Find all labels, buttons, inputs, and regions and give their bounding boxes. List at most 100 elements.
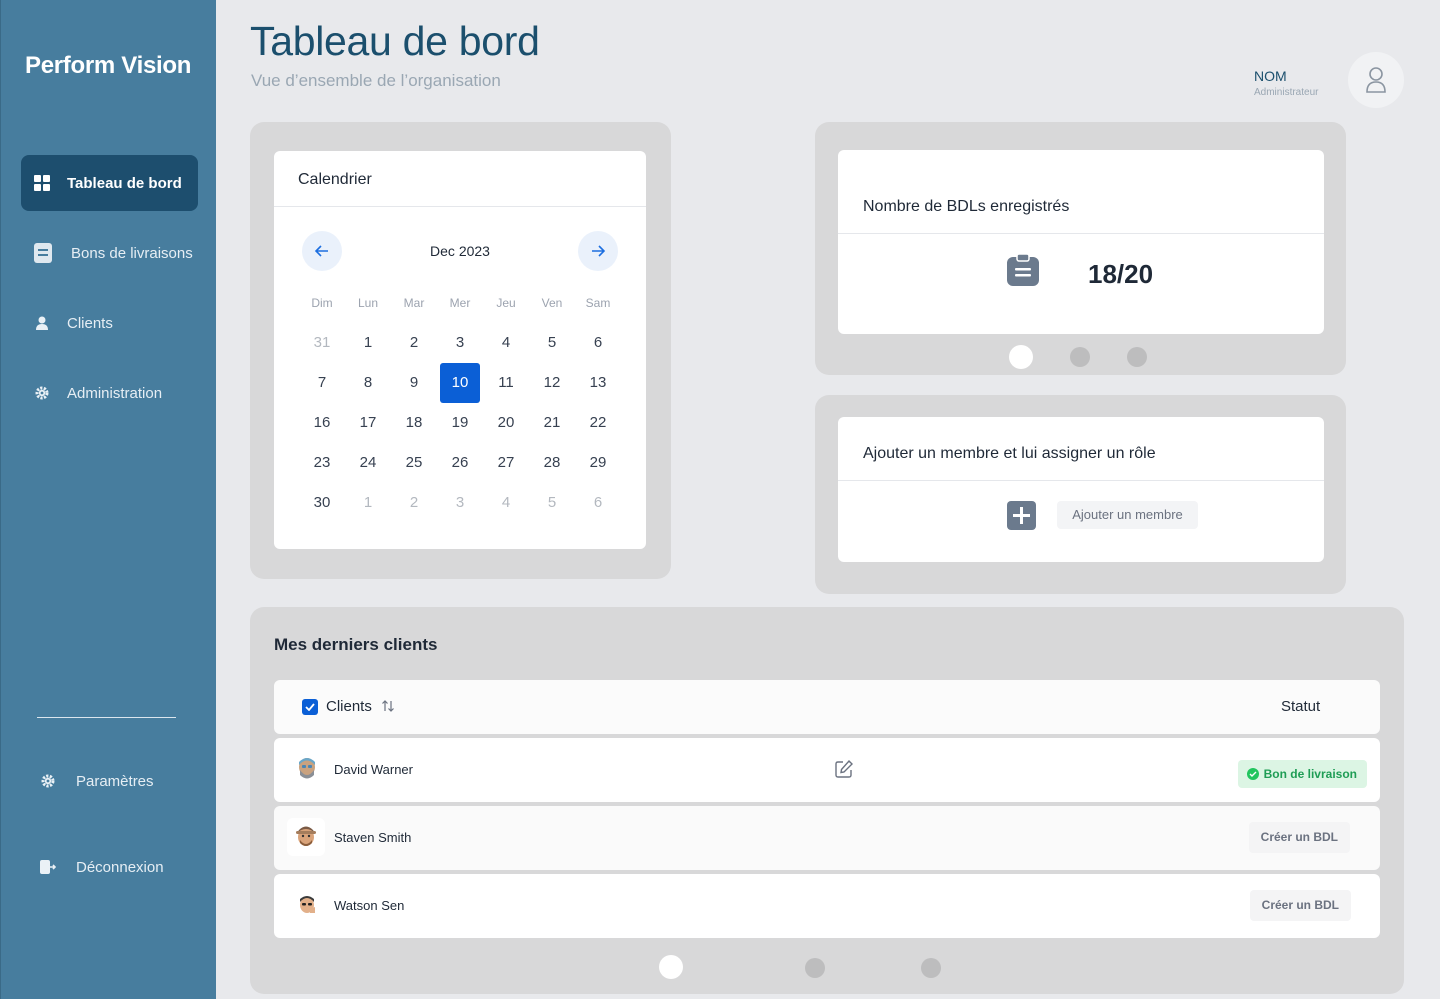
- calendar-day[interactable]: 30: [299, 483, 345, 523]
- calendar-day[interactable]: 24: [345, 443, 391, 483]
- page-title: Tableau de bord: [250, 18, 540, 64]
- calendar-day[interactable]: 9: [391, 363, 437, 403]
- avatar[interactable]: [1348, 52, 1404, 108]
- avatar: [290, 752, 324, 786]
- calendar-day[interactable]: 6: [575, 483, 621, 523]
- calendar-day[interactable]: 5: [529, 323, 575, 363]
- calendar-day[interactable]: 1: [345, 483, 391, 523]
- weekday-label: Mar: [403, 296, 425, 310]
- dashboard-icon: [33, 174, 51, 192]
- calendar-day[interactable]: 6: [575, 323, 621, 363]
- sidebar-divider: [37, 717, 176, 718]
- calendar-day[interactable]: 2: [391, 323, 437, 363]
- sidebar-item-administration[interactable]: Administration: [21, 365, 198, 421]
- weekday-label: Lun: [357, 296, 379, 310]
- carousel-dot[interactable]: [1127, 347, 1147, 367]
- calendar-week: 23 24 25 26 27 28 29: [299, 443, 621, 483]
- calendar-day[interactable]: 2: [391, 483, 437, 523]
- calendar-day[interactable]: 25: [391, 443, 437, 483]
- calendar-day[interactable]: 23: [299, 443, 345, 483]
- calendar-day[interactable]: 1: [345, 323, 391, 363]
- gear-icon: [33, 384, 51, 402]
- calendar-day[interactable]: 26: [437, 443, 483, 483]
- plus-square-icon[interactable]: [1007, 501, 1036, 535]
- calendar-week: 16 17 18 19 20 21 22: [299, 403, 621, 443]
- avatar: [287, 818, 325, 856]
- calendar-day[interactable]: 4: [483, 483, 529, 523]
- clients-table-header: Clients Statut: [274, 680, 1380, 734]
- calendar-day[interactable]: 11: [483, 363, 529, 403]
- bdl-card-title: Nombre de BDLs enregistrés: [863, 198, 1070, 215]
- calendar-day[interactable]: 28: [529, 443, 575, 483]
- sidebar-item-settings[interactable]: Paramètres: [27, 753, 204, 809]
- calendar-week: 31 1 2 3 4 5 6: [299, 323, 621, 363]
- clients-title: Mes derniers clients: [274, 635, 438, 654]
- calendar-week: 7 8 9 10 11 12 13: [299, 363, 621, 403]
- calendar-day[interactable]: 5: [529, 483, 575, 523]
- calendar-weekdays: Dim Lun Mar Mer Jeu Ven Sam: [299, 291, 621, 315]
- bdl-count: 18/20: [1088, 259, 1154, 289]
- calendar-day-selected[interactable]: 10: [440, 363, 480, 403]
- bdl-card: Nombre de BDLs enregistrés 18/20: [838, 150, 1324, 334]
- document-icon: [33, 243, 53, 263]
- calendar-day[interactable]: 8: [345, 363, 391, 403]
- calendar-card: Calendrier Dec 2023 Dim Lun Mar Mer Jeu …: [274, 151, 646, 549]
- page-subtitle: Vue d’ensemble de l’organisation: [251, 71, 501, 90]
- edit-icon[interactable]: [834, 759, 854, 784]
- calendar-day[interactable]: 3: [437, 483, 483, 523]
- sidebar-item-label: Paramètres: [76, 772, 154, 790]
- calendar-day[interactable]: 17: [345, 403, 391, 443]
- calendar-day[interactable]: 22: [575, 403, 621, 443]
- user-outline-icon: [1366, 67, 1386, 93]
- calendar-day[interactable]: 29: [575, 443, 621, 483]
- member-card: Ajouter un membre et lui assigner un rôl…: [838, 417, 1324, 562]
- divider: [274, 206, 646, 207]
- clients-panel: Mes derniers clients Clients Statut Davi…: [250, 607, 1404, 994]
- sidebar-item-clients[interactable]: Clients: [21, 295, 198, 351]
- gear-icon: [39, 772, 57, 790]
- carousel-dot[interactable]: [1070, 347, 1090, 367]
- calendar-day[interactable]: 18: [391, 403, 437, 443]
- logout-icon: [39, 858, 57, 876]
- sidebar-item-dashboard[interactable]: Tableau de bord: [21, 155, 198, 211]
- calendar-day[interactable]: 3: [437, 323, 483, 363]
- calendar-day[interactable]: 7: [299, 363, 345, 403]
- table-row[interactable]: David Warner Bon de livraison: [274, 738, 1380, 802]
- create-bdl-button[interactable]: Créer un BDL: [1249, 890, 1351, 921]
- sidebar-item-logout[interactable]: Déconnexion: [27, 839, 204, 895]
- carousel-dot-active[interactable]: [659, 955, 683, 979]
- weekday-label: Dim: [311, 296, 333, 310]
- calendar-day[interactable]: 12: [529, 363, 575, 403]
- sidebar-item-delivery-notes[interactable]: Bons de livraisons: [21, 225, 198, 281]
- user-name: NOM: [1254, 68, 1287, 84]
- calendar-day[interactable]: 21: [529, 403, 575, 443]
- select-all-checkbox[interactable]: [302, 699, 318, 715]
- table-row[interactable]: Watson Sen Créer un BDL: [274, 874, 1380, 938]
- calendar-grid: Dim Lun Mar Mer Jeu Ven Sam 31 1 2 3 4 5…: [299, 291, 621, 523]
- user-role: Administrateur: [1254, 87, 1319, 98]
- calendar-day[interactable]: 27: [483, 443, 529, 483]
- carousel-dot[interactable]: [921, 958, 941, 978]
- user-icon: [33, 314, 51, 332]
- table-row[interactable]: Staven Smith Créer un BDL: [274, 806, 1380, 870]
- create-bdl-button[interactable]: Créer un BDL: [1248, 822, 1350, 853]
- add-member-button[interactable]: Ajouter un membre: [1057, 501, 1198, 529]
- sort-icon[interactable]: [381, 699, 395, 718]
- calendar-day[interactable]: 19: [437, 403, 483, 443]
- weekday-label: Jeu: [496, 296, 516, 310]
- status-badge: Bon de livraison: [1237, 760, 1367, 788]
- calendar-next-button[interactable]: [578, 231, 618, 271]
- calendar-day[interactable]: 16: [299, 403, 345, 443]
- calendar-day[interactable]: 4: [483, 323, 529, 363]
- carousel-dot-active[interactable]: [1009, 345, 1033, 369]
- column-header-clients[interactable]: Clients: [326, 698, 372, 715]
- sidebar-item-label: Bons de livraisons: [71, 244, 193, 262]
- calendar-day[interactable]: 31: [299, 323, 345, 363]
- sidebar: Perform Vision Tableau de bord Bons de l…: [0, 0, 216, 999]
- calendar-day[interactable]: 20: [483, 403, 529, 443]
- calendar-week: 30 1 2 3 4 5 6: [299, 483, 621, 523]
- member-panel: Ajouter un membre et lui assigner un rôl…: [815, 395, 1346, 594]
- carousel-dot[interactable]: [805, 958, 825, 978]
- calendar-day[interactable]: 13: [575, 363, 621, 403]
- avatar: [290, 888, 324, 922]
